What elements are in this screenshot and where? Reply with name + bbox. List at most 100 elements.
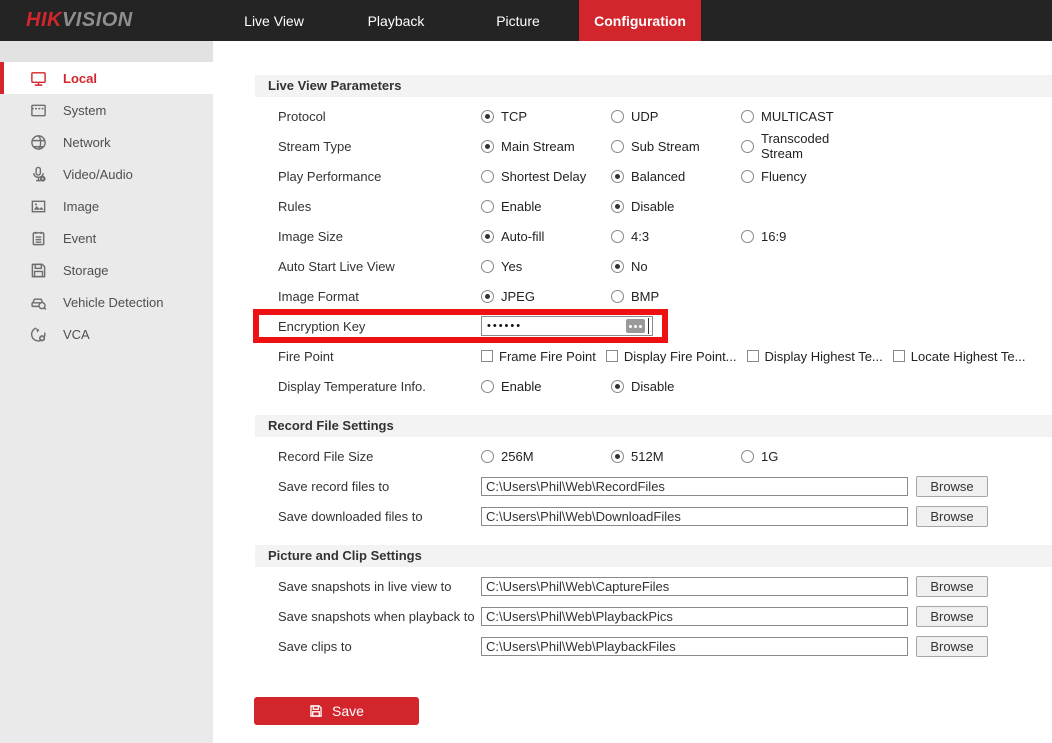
floppy-icon <box>28 261 48 279</box>
radio-option-fluency[interactable]: Fluency <box>741 169 871 184</box>
radio-icon[interactable] <box>611 260 624 273</box>
sidebar-item-system[interactable]: System <box>0 94 213 126</box>
radio-icon[interactable] <box>611 200 624 213</box>
radio-icon[interactable] <box>611 140 624 153</box>
radio-icon[interactable] <box>481 170 494 183</box>
tab-playback[interactable]: Playback <box>335 0 457 41</box>
radio-option-no[interactable]: No <box>611 259 741 274</box>
tab-picture[interactable]: Picture <box>457 0 579 41</box>
checkbox-icon[interactable] <box>747 350 759 362</box>
checkbox-icon[interactable] <box>481 350 493 362</box>
radio-option-512m[interactable]: 512M <box>611 449 741 464</box>
row-save-snapshots-live-view: Save snapshots in live view to Browse <box>255 571 1052 601</box>
radio-icon[interactable] <box>741 140 754 153</box>
radio-option-256m[interactable]: 256M <box>481 449 611 464</box>
radio-option-main-stream[interactable]: Main Stream <box>481 139 611 154</box>
ellipsis-icon[interactable] <box>626 319 645 333</box>
checkbox-locate-highest-temp[interactable]: Locate Highest Te... <box>893 349 1026 364</box>
section-title: Record File Settings <box>255 415 1052 437</box>
radio-label: Enable <box>501 379 541 394</box>
radio-option-sub-stream[interactable]: Sub Stream <box>611 139 741 154</box>
radio-option-temp-disable[interactable]: Disable <box>611 379 741 394</box>
radio-option-rules-enable[interactable]: Enable <box>481 199 611 214</box>
radio-icon[interactable] <box>611 380 624 393</box>
logo-text-hik: HIK <box>26 9 62 32</box>
radio-icon[interactable] <box>481 200 494 213</box>
radio-icon[interactable] <box>741 170 754 183</box>
browse-button[interactable]: Browse <box>916 506 988 527</box>
radio-icon[interactable] <box>611 230 624 243</box>
tab-configuration[interactable]: Configuration <box>579 0 701 41</box>
field-label: Save clips to <box>278 639 481 654</box>
sidebar-item-storage[interactable]: Storage <box>0 254 213 286</box>
radio-icon[interactable] <box>741 450 754 463</box>
radio-icon[interactable] <box>481 230 494 243</box>
picture-icon <box>28 197 48 215</box>
radio-option-udp[interactable]: UDP <box>611 109 741 124</box>
system-window-icon <box>28 101 48 119</box>
checkbox-label: Frame Fire Point <box>499 349 596 364</box>
radio-icon[interactable] <box>611 110 624 123</box>
radio-icon[interactable] <box>481 260 494 273</box>
record-files-path-input[interactable] <box>481 477 908 496</box>
row-save-snapshots-playback: Save snapshots when playback to Browse <box>255 601 1052 631</box>
sidebar-item-event[interactable]: Event <box>0 222 213 254</box>
sidebar-item-network[interactable]: Network <box>0 126 213 158</box>
radio-icon[interactable] <box>481 110 494 123</box>
checkbox-frame-fire-point[interactable]: Frame Fire Point <box>481 349 596 364</box>
sidebar-item-image[interactable]: Image <box>0 190 213 222</box>
snapshot-playback-path-input[interactable] <box>481 607 908 626</box>
radio-option-tcp[interactable]: TCP <box>481 109 611 124</box>
browse-button[interactable]: Browse <box>916 576 988 597</box>
radio-icon[interactable] <box>741 110 754 123</box>
radio-option-4-3[interactable]: 4:3 <box>611 229 741 244</box>
main-tabs: Live View Playback Picture Configuration <box>213 0 701 41</box>
clips-path-input[interactable] <box>481 637 908 656</box>
radio-label: Shortest Delay <box>501 169 586 184</box>
checkbox-icon[interactable] <box>893 350 905 362</box>
radio-option-1g[interactable]: 1G <box>741 449 871 464</box>
browse-button[interactable]: Browse <box>916 606 988 627</box>
radio-icon[interactable] <box>481 140 494 153</box>
radio-option-rules-disable[interactable]: Disable <box>611 199 741 214</box>
sidebar-item-vehicle-detection[interactable]: Vehicle Detection <box>0 286 213 318</box>
radio-icon[interactable] <box>741 230 754 243</box>
save-icon <box>309 704 323 718</box>
snapshot-liveview-path-input[interactable] <box>481 577 908 596</box>
row-rules: Rules Enable Disable <box>255 191 1052 221</box>
radio-option-transcoded-stream[interactable]: Transcoded Stream <box>741 131 871 161</box>
radio-icon[interactable] <box>611 450 624 463</box>
radio-option-shortest-delay[interactable]: Shortest Delay <box>481 169 611 184</box>
radio-icon[interactable] <box>481 380 494 393</box>
radio-option-temp-enable[interactable]: Enable <box>481 379 611 394</box>
save-button-label: Save <box>332 703 364 719</box>
checkbox-display-fire-point[interactable]: Display Fire Point... <box>606 349 737 364</box>
sidebar-item-local[interactable]: Local <box>0 62 213 94</box>
downloaded-files-path-input[interactable] <box>481 507 908 526</box>
checkbox-icon[interactable] <box>606 350 618 362</box>
radio-label: Balanced <box>631 169 685 184</box>
field-label: Save downloaded files to <box>278 509 481 524</box>
radio-icon[interactable] <box>481 450 494 463</box>
browse-button[interactable]: Browse <box>916 636 988 657</box>
radio-option-multicast[interactable]: MULTICAST <box>741 109 871 124</box>
radio-option-jpeg[interactable]: JPEG <box>481 289 611 304</box>
radio-icon[interactable] <box>611 170 624 183</box>
radio-option-bmp[interactable]: BMP <box>611 289 741 304</box>
row-save-downloaded-files: Save downloaded files to Browse <box>255 501 1052 531</box>
radio-option-yes[interactable]: Yes <box>481 259 611 274</box>
radio-option-balanced[interactable]: Balanced <box>611 169 741 184</box>
radio-option-auto-fill[interactable]: Auto-fill <box>481 229 611 244</box>
radio-icon[interactable] <box>481 290 494 303</box>
browse-button[interactable]: Browse <box>916 476 988 497</box>
save-button[interactable]: Save <box>254 697 419 725</box>
sidebar-top-strip <box>0 41 213 62</box>
sidebar-item-video-audio[interactable]: Video/Audio <box>0 158 213 190</box>
sidebar-item-vca[interactable]: VCA <box>0 318 213 350</box>
radio-option-16-9[interactable]: 16:9 <box>741 229 871 244</box>
field-label: Image Size <box>278 229 481 244</box>
tab-live-view[interactable]: Live View <box>213 0 335 41</box>
radio-icon[interactable] <box>611 290 624 303</box>
top-navigation-bar: HIKVISION Live View Playback Picture Con… <box>0 0 1052 41</box>
checkbox-display-highest-temp[interactable]: Display Highest Te... <box>747 349 883 364</box>
